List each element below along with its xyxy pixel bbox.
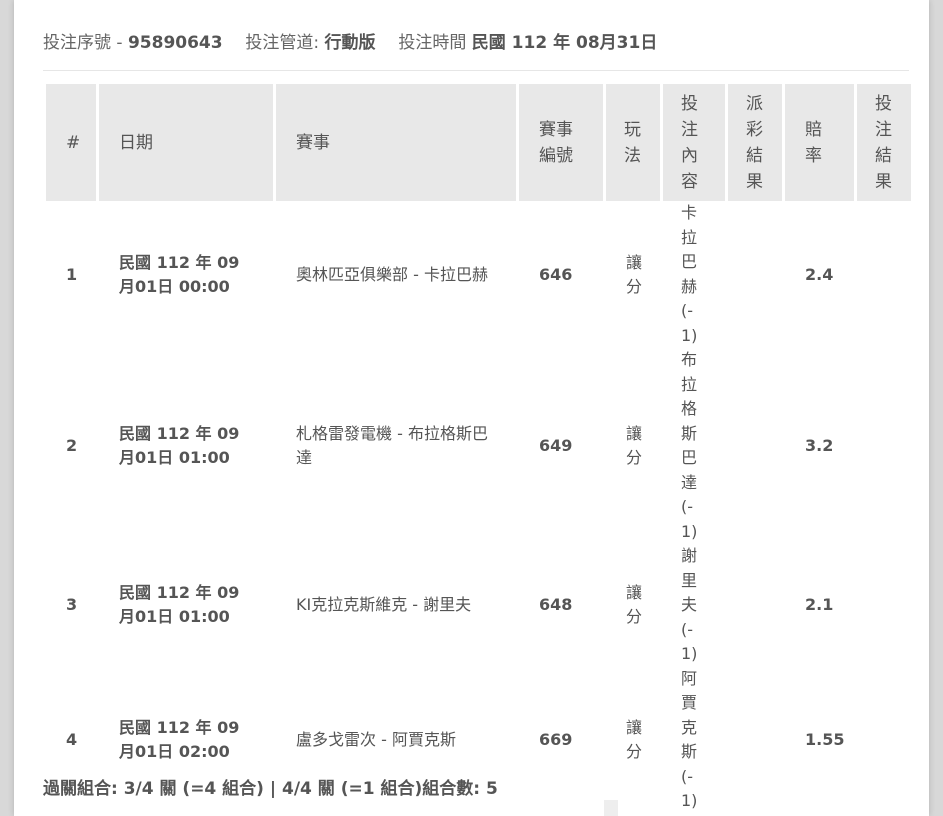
table-row: 1 民國 112 年 09月01日 00:00 奧林匹亞俱樂部 - 卡拉巴赫 6… xyxy=(46,201,911,348)
row-result xyxy=(857,544,911,667)
row-play: 讓分 xyxy=(626,583,643,627)
row-no: 3 xyxy=(66,595,78,615)
row-event-no: 669 xyxy=(539,730,573,749)
row-date: 民國 112 年 09月01日 00:00 xyxy=(119,252,240,296)
table-header-row: # 日期 賽事 賽事編號 玩法 投注內容 派彩結果 賠率 投注結果 xyxy=(46,84,911,201)
parlay-summary: 過關組合: 3/4 關 (=4 組合) | 4/4 關 (=1 組合)組合數: … xyxy=(43,779,498,799)
row-match: 奧林匹亞俱樂部 - 卡拉巴赫 xyxy=(296,264,488,284)
col-header-play: 玩法 xyxy=(606,84,660,201)
row-date: 民國 112 年 09月01日 01:00 xyxy=(119,583,240,627)
serial-value: 95890643 xyxy=(127,33,223,53)
row-payout xyxy=(728,348,782,544)
col-header-date: 日期 xyxy=(99,84,273,201)
col-header-match: 賽事 xyxy=(276,84,516,201)
col-header-payout: 派彩結果 xyxy=(728,84,782,201)
row-content: 謝里夫(-1) xyxy=(681,546,698,663)
bet-info-header: 投注序號 - 95890643 投注管道: 行動版 投注時間 民國 112 年 … xyxy=(43,29,900,57)
bet-table: # 日期 賽事 賽事編號 玩法 投注內容 派彩結果 賠率 投注結果 1 民國 1… xyxy=(43,84,914,814)
col-header-content: 投注內容 xyxy=(663,84,725,201)
col-header-no: # xyxy=(46,84,96,201)
row-result xyxy=(857,348,911,544)
row-payout xyxy=(728,667,782,814)
header-divider xyxy=(43,70,909,71)
time-label: 投注時間 xyxy=(398,33,467,53)
row-odds: 3.2 xyxy=(805,436,834,455)
table-row: 2 民國 112 年 09月01日 01:00 札格雷發電機 - 布拉格斯巴達 … xyxy=(46,348,911,544)
serial-label: 投注序號 - xyxy=(43,33,123,53)
row-play: 讓分 xyxy=(626,424,643,467)
row-no: 2 xyxy=(66,436,78,455)
row-play: 讓分 xyxy=(626,252,643,296)
row-payout xyxy=(728,544,782,667)
col-header-event-no: 賽事編號 xyxy=(519,84,603,201)
row-result xyxy=(857,201,911,348)
partial-button[interactable] xyxy=(604,800,618,816)
row-content: 布拉格斯巴達(-1) xyxy=(681,350,698,541)
row-play: 讓分 xyxy=(626,718,643,761)
row-odds: 1.55 xyxy=(805,730,845,749)
row-event-no: 649 xyxy=(539,436,573,455)
row-date: 民國 112 年 09月01日 01:00 xyxy=(119,424,240,467)
channel-label: 投注管道: xyxy=(245,33,320,53)
bet-detail-card: 投注序號 - 95890643 投注管道: 行動版 投注時間 民國 112 年 … xyxy=(14,0,929,816)
row-odds: 2.1 xyxy=(805,595,834,615)
row-match: 札格雷發電機 - 布拉格斯巴達 xyxy=(296,424,488,467)
row-match: KI克拉克斯維克 - 謝里夫 xyxy=(296,595,472,615)
row-event-no: 648 xyxy=(539,595,573,615)
row-payout xyxy=(728,201,782,348)
row-event-no: 646 xyxy=(539,264,573,284)
row-result xyxy=(857,667,911,814)
row-content: 阿賈克斯(-1) xyxy=(681,668,698,811)
time-value: 民國 112 年 08月31日 xyxy=(471,33,658,53)
row-no: 1 xyxy=(66,264,78,284)
table-row: 3 民國 112 年 09月01日 01:00 KI克拉克斯維克 - 謝里夫 6… xyxy=(46,544,911,667)
channel-value: 行動版 xyxy=(324,33,376,53)
col-header-result: 投注結果 xyxy=(857,84,911,201)
row-content: 卡拉巴赫(-1) xyxy=(681,203,698,345)
col-header-odds: 賠率 xyxy=(785,84,854,201)
row-odds: 2.4 xyxy=(805,264,834,284)
